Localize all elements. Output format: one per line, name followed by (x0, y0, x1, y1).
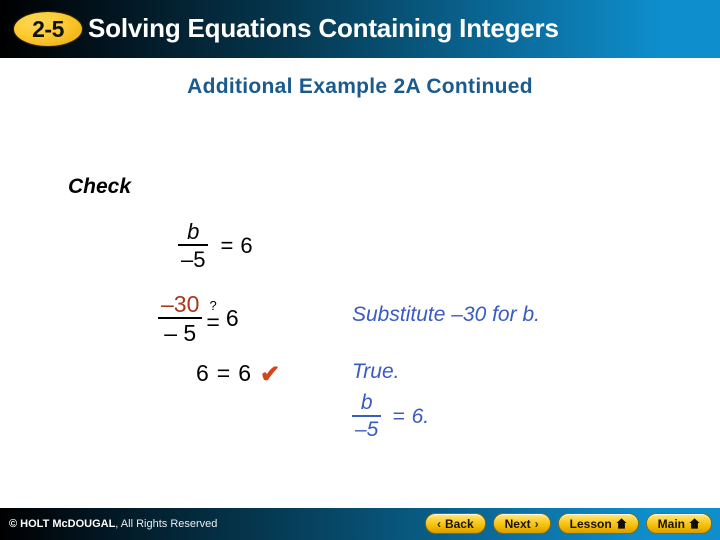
equation-line-3: 6 = 6 ✔ (196, 360, 280, 387)
fraction-numerator: b (187, 219, 200, 244)
lesson-button-label: Lesson (569, 516, 612, 531)
fraction-bar (178, 244, 209, 247)
next-button-label: Next (504, 516, 531, 531)
copyright-brand: © HOLT McDOUGAL (9, 518, 116, 530)
equals-sign: = (392, 404, 405, 428)
fraction-b-over-neg5-blue: b –5 (352, 391, 382, 442)
back-button[interactable]: ‹ Back (424, 513, 486, 534)
fraction-neg30-over-neg5: –30 – 5 (158, 291, 203, 347)
fraction-denominator: –5 (355, 418, 379, 442)
equals-sign: = (220, 232, 234, 258)
fraction-bar (352, 415, 382, 418)
slide-subtitle: Additional Example 2A Continued (187, 75, 533, 98)
lesson-number-badge: 2-5 (14, 12, 82, 46)
check-heading: Check (68, 175, 132, 198)
equals-sign: = (206, 309, 220, 336)
equals-with-question: ? = (206, 299, 219, 334)
next-button[interactable]: Next › (492, 513, 551, 534)
chevron-right-icon: › (534, 516, 539, 531)
equation-right-side: 6 (240, 232, 253, 258)
page-title: Solving Equations Containing Integers (88, 13, 559, 43)
equation-line-1: b –5 = 6 (178, 220, 253, 271)
copyright-rights: , All Rights Reserved (115, 518, 218, 530)
copyright-text: © HOLT McDOUGAL, All Rights Reserved (9, 518, 217, 530)
lesson-number-text: 2-5 (32, 15, 64, 42)
fraction-denominator: – 5 (164, 320, 197, 347)
fraction-denominator: –5 (181, 247, 206, 273)
equation-left-side: 6 (196, 360, 209, 386)
checkmark-icon: ✔ (260, 360, 281, 388)
fraction-bar (158, 317, 203, 320)
annotation-fraction-result: b –5 = 6. (352, 391, 430, 442)
equals-sign: = (216, 360, 231, 386)
annotation-right-side: 6. (411, 404, 430, 428)
back-button-label: Back (444, 516, 474, 531)
home-icon (689, 518, 700, 529)
main-button[interactable]: Main (645, 513, 712, 534)
fraction-numerator: b (360, 391, 373, 414)
slide-header: 2-5 Solving Equations Containing Integer… (0, 0, 720, 58)
fraction-b-over-neg5: b –5 (178, 219, 209, 273)
annotation-true: True. (352, 360, 400, 383)
lesson-button[interactable]: Lesson (557, 513, 639, 534)
chevron-left-icon: ‹ (436, 516, 441, 531)
equation-right-side: 6 (238, 360, 252, 386)
slide-footer: © HOLT McDOUGAL, All Rights Reserved ‹ B… (0, 508, 720, 540)
home-icon (616, 518, 627, 529)
equation-line-2: –30 – 5 ? = 6 (158, 292, 239, 345)
fraction-numerator: –30 (161, 291, 200, 317)
annotation-substitute: Substitute –30 for b. (352, 303, 540, 326)
main-button-label: Main (657, 516, 685, 531)
equation-right-side: 6 (225, 305, 239, 332)
navigation-buttons: ‹ Back Next › Lesson Main (424, 513, 712, 534)
